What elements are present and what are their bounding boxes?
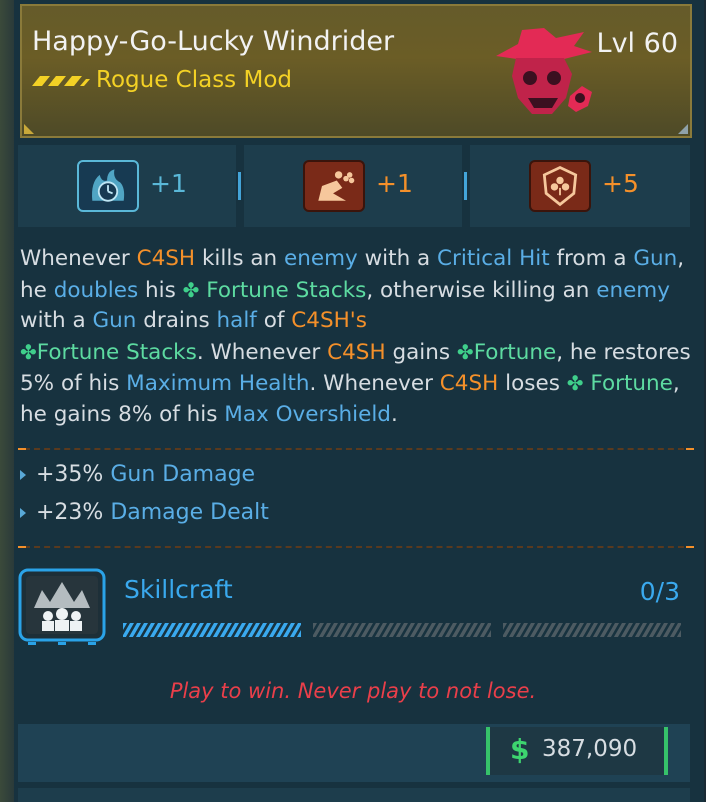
item-description: Whenever C4SH kills an enemy with a Crit… [20, 246, 691, 427]
clover-icon: ✤ [20, 339, 37, 364]
skillcraft-progress-segment [123, 623, 301, 637]
bullet-icon [20, 508, 26, 518]
dollar-icon: $ [510, 733, 530, 766]
item-subtitle: Rogue Class Mod [96, 67, 292, 93]
item-name: Happy-Go-Lucky Windrider [32, 26, 395, 57]
perk-count-3: +5 [602, 169, 639, 198]
skillcraft-label: Skillcraft [124, 575, 233, 604]
red-outlaw-skull-with-spider-icon [496, 28, 592, 114]
item-header: Happy-Go-Lucky Windrider Lvl 60 Rogue Cl… [20, 4, 692, 138]
perk-row: +1 +1 +5 [18, 145, 690, 227]
stat-gun-damage: +35% Gun Damage [20, 462, 255, 487]
perk-separator [464, 172, 467, 200]
perk-slot-1[interactable]: +1 [18, 145, 236, 227]
clover-icon: ✤ [566, 371, 584, 395]
flavor-text: Play to win. Never play to not lose. [169, 679, 537, 703]
stat-damage-dealt: +23% Damage Dealt [20, 500, 269, 525]
crowned-figures-skillcraft-icon[interactable] [18, 568, 106, 646]
sliding-figure-clover-icon [303, 160, 365, 212]
divider [24, 546, 694, 548]
item-level: Lvl 60 [596, 28, 678, 59]
clover-icon: ✤ [182, 277, 200, 302]
price-value: 387,090 [542, 736, 638, 762]
bullet-icon [20, 470, 26, 480]
perk-separator [238, 172, 241, 200]
clover-shield-icon [529, 160, 591, 212]
perk-count-1: +1 [150, 169, 187, 198]
header-corner-left [24, 124, 34, 134]
fortune-clock-flame-icon [77, 160, 139, 212]
divider-end [18, 448, 26, 450]
price-tag: $ 387,090 [486, 727, 668, 775]
yellow-chevron-rarity-icon [32, 76, 90, 86]
skillcraft-progress-segment [503, 623, 681, 637]
divider-end [686, 448, 694, 450]
bottom-strip [18, 788, 690, 802]
perk-slot-3[interactable]: +5 [470, 145, 690, 227]
divider-end [686, 546, 694, 548]
clover-icon: ✤ [456, 339, 474, 364]
skillcraft-progress-segment [313, 623, 491, 637]
perk-count-2: +1 [376, 169, 413, 198]
divider [24, 448, 694, 450]
perk-slot-2[interactable]: +1 [244, 145, 462, 227]
divider-end [18, 546, 26, 548]
header-corner-right [678, 124, 688, 134]
skillcraft-count: 0/3 [639, 577, 680, 606]
